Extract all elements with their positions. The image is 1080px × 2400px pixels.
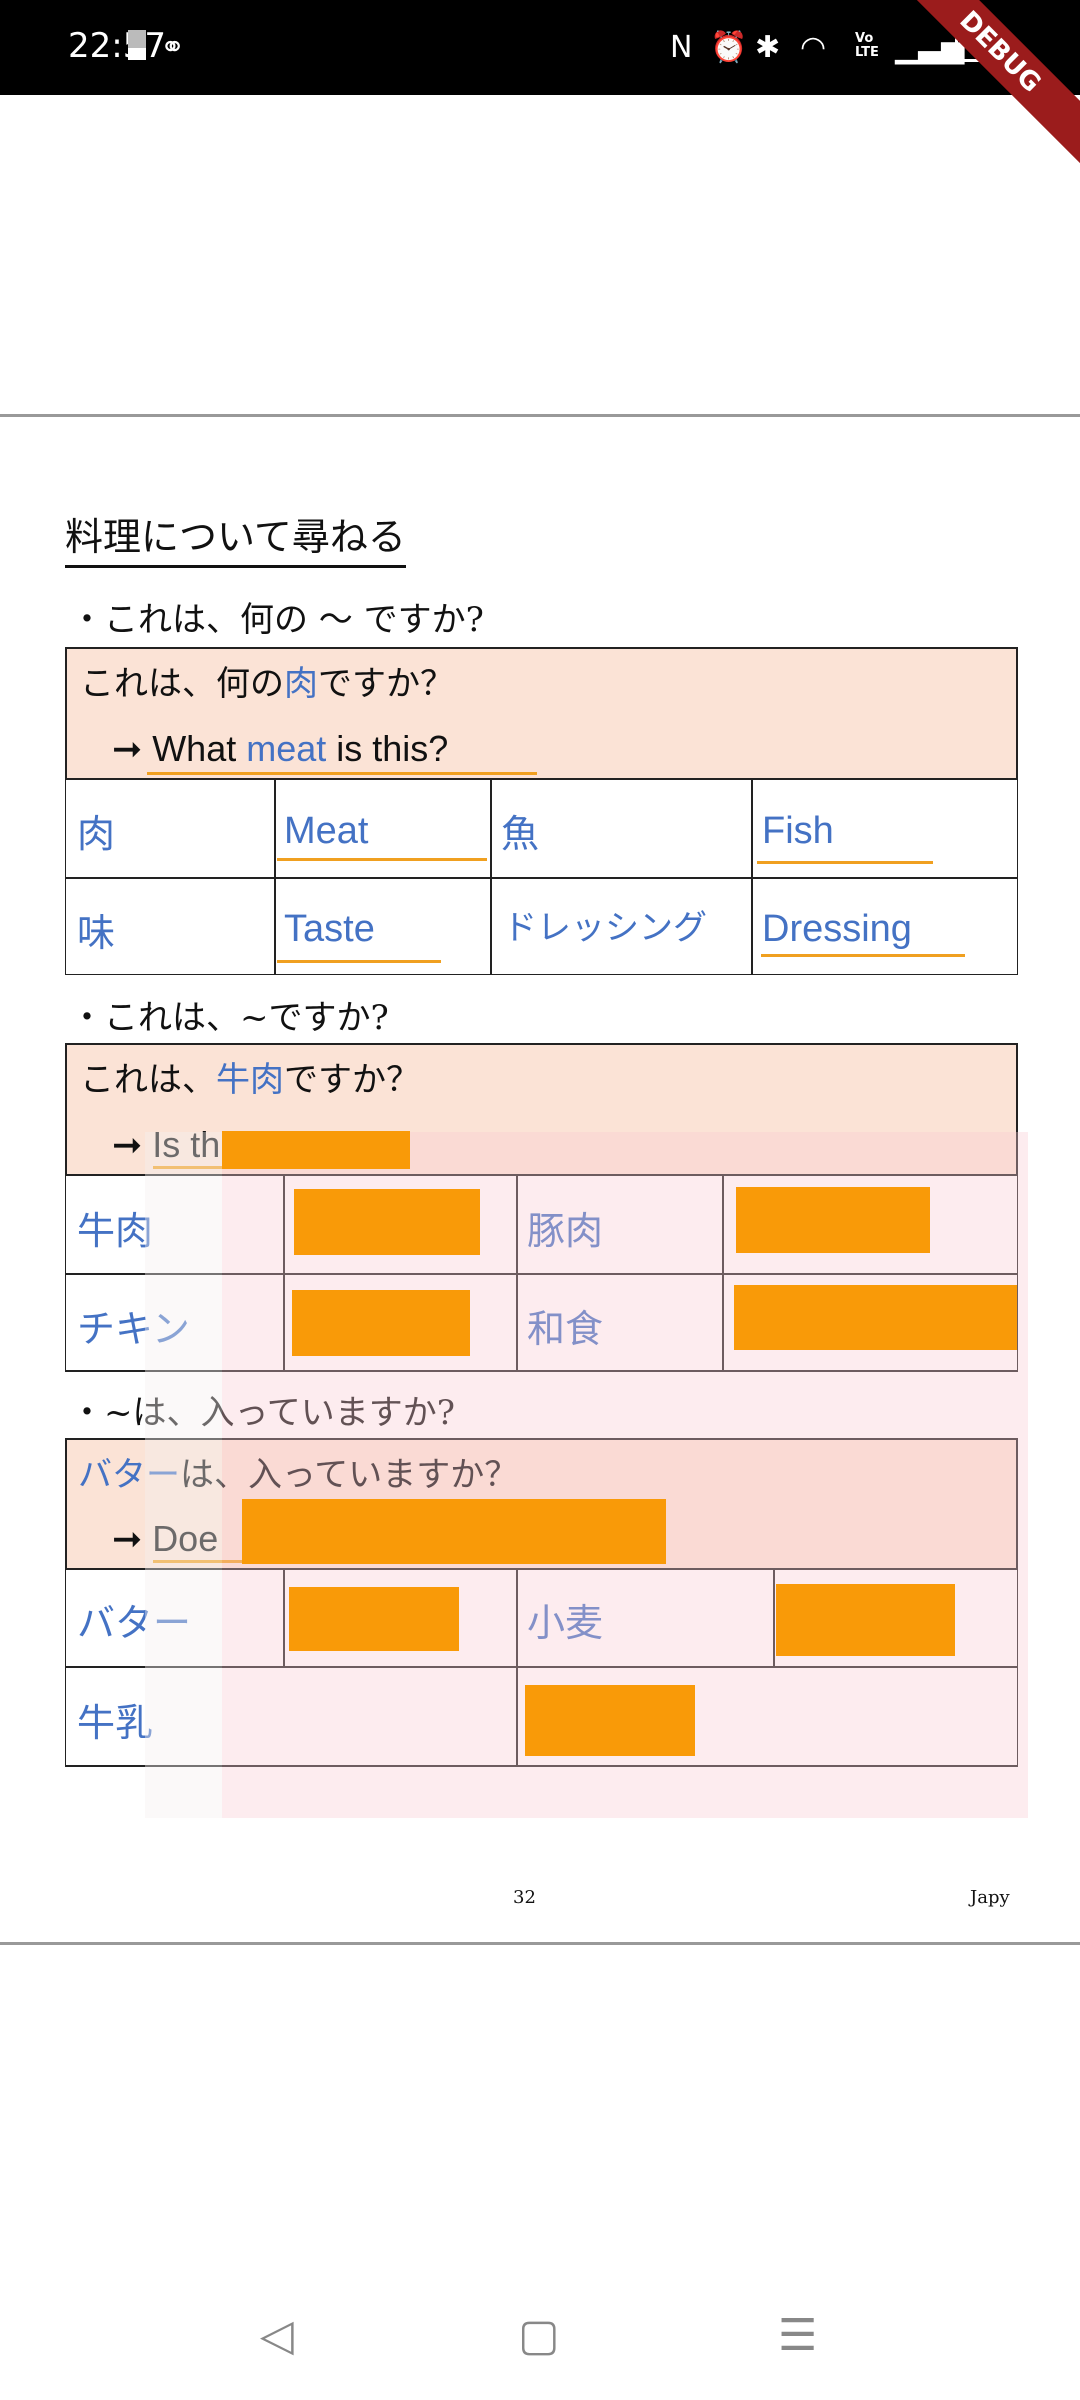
- cell-jp: 魚: [501, 812, 540, 856]
- redaction: [776, 1584, 955, 1656]
- cell-en: Taste: [284, 908, 375, 950]
- back-button[interactable]: ◁: [260, 2310, 294, 2361]
- header-jp: これは、何の肉ですか？: [80, 664, 454, 704]
- header-jp: これは、牛肉ですか？: [80, 1060, 420, 1100]
- page-top-border: [0, 414, 1080, 417]
- wifi-icon: ◠: [800, 30, 827, 65]
- home-button[interactable]: ▢: [518, 2310, 560, 2361]
- page-number: 32: [513, 1887, 536, 1908]
- menu-button[interactable]: ☰: [778, 2310, 817, 2361]
- redaction: [289, 1587, 459, 1651]
- status-bar: 22:57 ⚭ N ⏰ ✱ ◠ Vo LTE ▁▃▅ DEBUG: [0, 0, 1080, 174]
- arrow-icon: ➞: [112, 1518, 143, 1559]
- volte-icon: Vo LTE: [855, 31, 879, 60]
- arrow-icon: ➞: [112, 1124, 143, 1165]
- cell-jp: 肉: [77, 812, 116, 856]
- redaction: [294, 1189, 480, 1255]
- arrow-icon: ➞: [112, 728, 143, 769]
- debug-banner: DEBUG: [878, 0, 1080, 174]
- section-bullet: ・これは、何の ～ ですか?: [70, 600, 484, 640]
- bluetooth-icon: ✱: [755, 30, 781, 65]
- cell-en: Fish: [762, 810, 834, 852]
- nfc-icon: N: [670, 30, 693, 65]
- alarm-icon: ⏰: [710, 30, 748, 65]
- cell-jp: 牛乳: [77, 1701, 154, 1745]
- vpn-icon: ⚭: [160, 30, 186, 65]
- footer-brand: Japy: [970, 1887, 1010, 1908]
- page-bottom-border: [0, 1942, 1080, 1945]
- cell-en: Meat: [284, 810, 369, 852]
- redaction: [734, 1285, 1017, 1350]
- clock: 22:57: [68, 26, 166, 66]
- redaction: [242, 1499, 666, 1564]
- section-bullet: ・これは、~ですか?: [70, 998, 389, 1038]
- cell-jp: ドレッシング: [503, 908, 707, 948]
- cell-jp: 味: [77, 911, 116, 955]
- redaction: [292, 1290, 470, 1356]
- sim-icon: [128, 30, 146, 60]
- redaction: [736, 1187, 930, 1253]
- cell-jp: 牛肉: [77, 1209, 154, 1253]
- page-title: 料理について尋ねる: [65, 506, 406, 568]
- header-en: ➞ What meat is this?: [112, 728, 449, 769]
- redaction: [525, 1685, 695, 1756]
- cell-en: Dressing: [762, 908, 912, 950]
- redaction: [222, 1131, 410, 1169]
